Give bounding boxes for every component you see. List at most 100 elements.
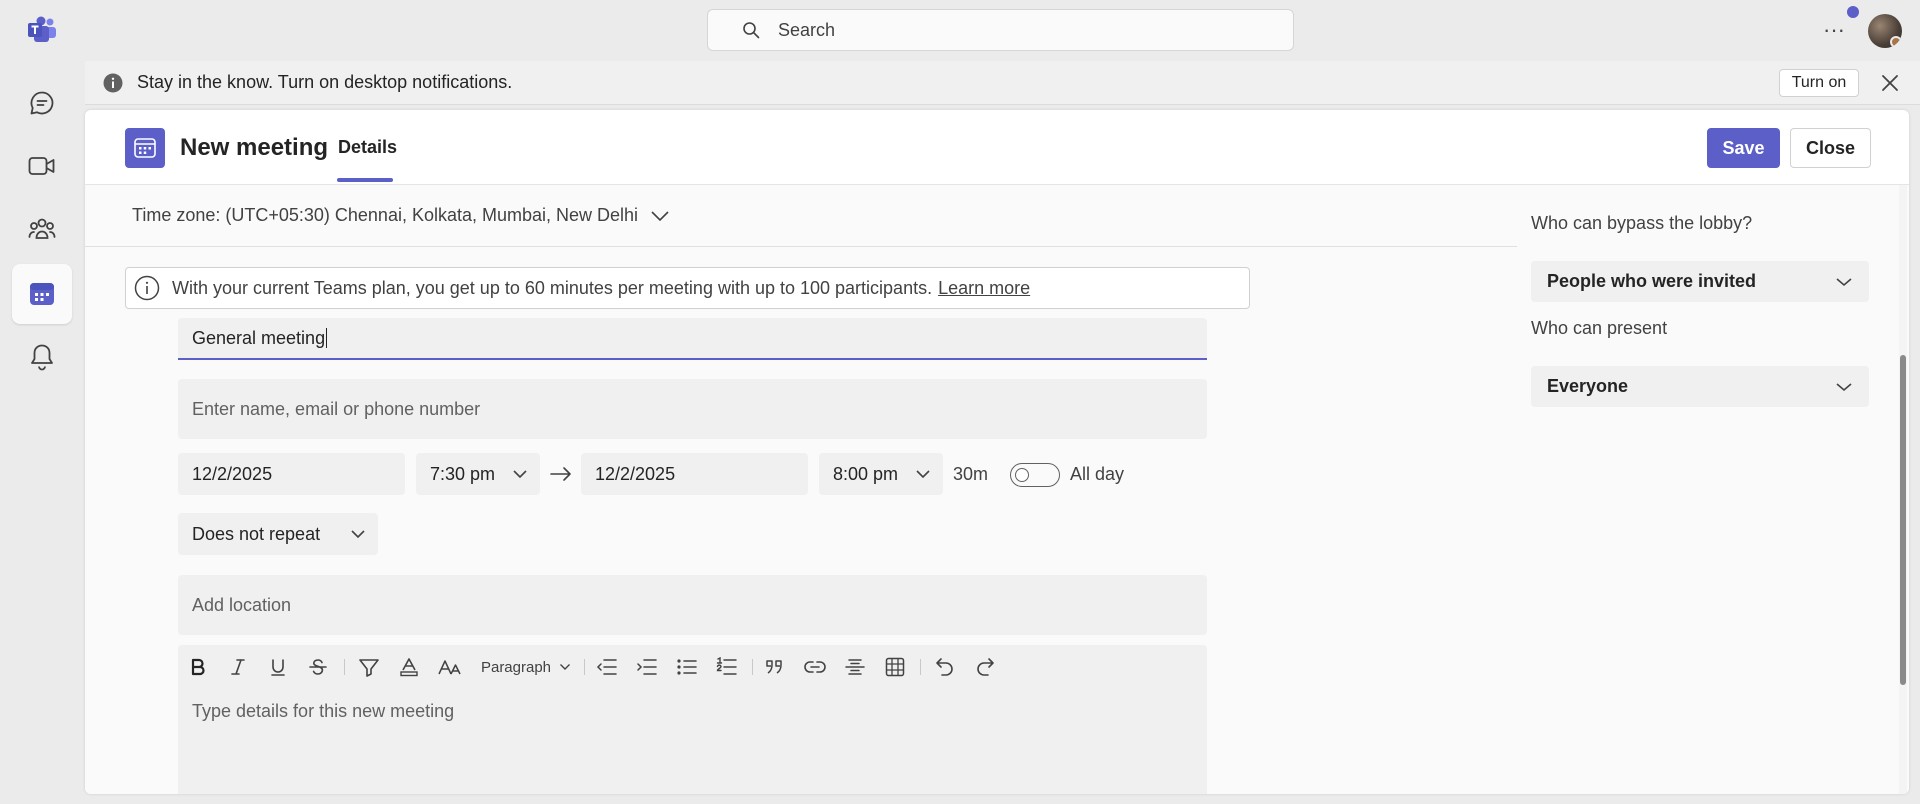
chevron-down-icon [559,663,571,671]
formatting-toolbar: Paragraph [178,647,1038,687]
calendar-icon [29,282,55,306]
scrollbar-thumb[interactable] [1900,355,1906,685]
end-date-picker[interactable]: 12/2/2025 [581,453,808,495]
teams-logo-icon[interactable] [27,16,57,44]
bell-icon [29,343,55,371]
all-day-toggle[interactable] [1010,463,1060,487]
link-icon [804,660,826,674]
meeting-calendar-icon [125,128,165,168]
lobby-bypass-select[interactable]: People who were invited [1531,261,1869,302]
highlighter-icon [358,657,380,677]
avatar[interactable] [1868,14,1902,48]
decrease-indent-button[interactable] [592,647,622,687]
all-day-label: All day [1070,464,1125,484]
attendees-input[interactable]: Enter name, email or phone number [178,379,1207,439]
tab-details[interactable]: Details [338,137,397,158]
bulleted-list-button[interactable] [672,647,702,687]
divider [85,246,1517,247]
presenter-select[interactable]: Everyone [1531,366,1869,407]
more-options-button[interactable]: ··· [1822,16,1846,44]
meeting-title-input[interactable]: General meeting [178,318,1207,360]
end-time-value: 8:00 pm [833,463,899,484]
chevron-down-icon [915,469,931,479]
meeting-title-value: General meeting [192,327,326,348]
increase-indent-button[interactable] [632,647,662,687]
rail-meet[interactable] [12,136,72,196]
chevron-down-icon [650,210,670,222]
undo-button[interactable] [930,647,960,687]
quote-icon [765,659,785,675]
italic-button[interactable] [224,647,252,687]
start-date-picker[interactable]: 12/2/2025 [178,453,405,495]
toolbar-separator [920,659,921,675]
lobby-bypass-value: People who were invited [1547,271,1757,291]
toolbar-separator [344,659,345,675]
search-placeholder: Search [778,19,836,40]
redo-button[interactable] [970,647,1000,687]
repeat-select[interactable]: Does not repeat [178,513,378,555]
bold-icon [190,658,206,676]
chevron-down-icon [1835,382,1853,392]
end-time-select[interactable]: 8:00 pm [819,453,943,495]
people-community-icon [28,216,56,242]
dismiss-notification-button[interactable] [1879,72,1901,94]
toggle-knob [1015,468,1029,482]
meeting-header: New meeting Details Save Close [85,110,1909,185]
presenter-value: Everyone [1547,376,1629,396]
lobby-bypass-label: Who can bypass the lobby? [1531,213,1753,233]
highlight-button[interactable] [354,647,384,687]
link-button[interactable] [800,647,830,687]
italic-icon [230,658,246,676]
meeting-form-panel: New meeting Details Save Close Time zone… [85,110,1909,794]
video-camera-icon [28,155,56,177]
insert-table-button[interactable] [880,647,910,687]
paragraph-style-select[interactable]: Paragraph [478,647,574,687]
quote-button[interactable] [760,647,790,687]
learn-more-link[interactable]: Learn more [938,278,1030,299]
meeting-options-column: Who can bypass the lobby? People who wer… [1517,185,1909,794]
info-icon [103,73,123,93]
arrow-right-icon [549,465,573,483]
numbered-list-button[interactable] [712,647,742,687]
font-size-icon [438,658,462,676]
meeting-details-editor[interactable]: Paragraph Type details for this new meet… [178,645,1207,794]
bullet-list-icon [676,658,698,676]
turn-on-button[interactable]: Turn on [1779,69,1859,97]
repeat-value: Does not repeat [192,523,321,544]
strikethrough-button[interactable] [304,647,332,687]
underline-icon [270,658,286,676]
search-icon [742,21,760,39]
font-size-button[interactable] [434,647,466,687]
undo-icon [935,657,955,677]
tab-details-indicator [337,178,393,182]
indent-icon [636,658,658,676]
toolbar-separator [752,659,753,675]
rail-communities[interactable] [12,199,72,259]
underline-button[interactable] [264,647,292,687]
start-time-select[interactable]: 7:30 pm [416,453,540,495]
rail-calendar[interactable] [12,264,72,324]
timezone-label: Time zone: (UTC+05:30) Chennai, Kolkata,… [132,205,639,225]
chevron-down-icon [1835,277,1853,287]
bold-button[interactable] [184,647,212,687]
search-box[interactable]: Search [707,9,1294,51]
horizontal-line-button[interactable] [840,647,870,687]
font-color-button[interactable] [394,647,424,687]
strikethrough-icon [309,658,327,676]
timezone-selector[interactable]: Time zone: (UTC+05:30) Chennai, Kolkata,… [132,205,670,226]
table-icon [885,657,905,677]
location-input[interactable]: Add location [178,575,1207,635]
paragraph-style-value: Paragraph [480,658,552,676]
outdent-icon [596,658,618,676]
text-caret [326,328,328,348]
notification-bar: Stay in the know. Turn on desktop notifi… [85,61,1920,105]
duration-label: 30m [953,464,989,484]
close-button[interactable]: Close [1790,128,1871,168]
rail-chat[interactable] [12,73,72,133]
chat-icon [29,90,55,116]
save-button[interactable]: Save [1707,128,1780,168]
rail-activity[interactable] [12,327,72,387]
info-outline-icon [134,275,160,301]
chevron-down-icon [512,469,528,479]
font-color-icon [399,657,419,677]
